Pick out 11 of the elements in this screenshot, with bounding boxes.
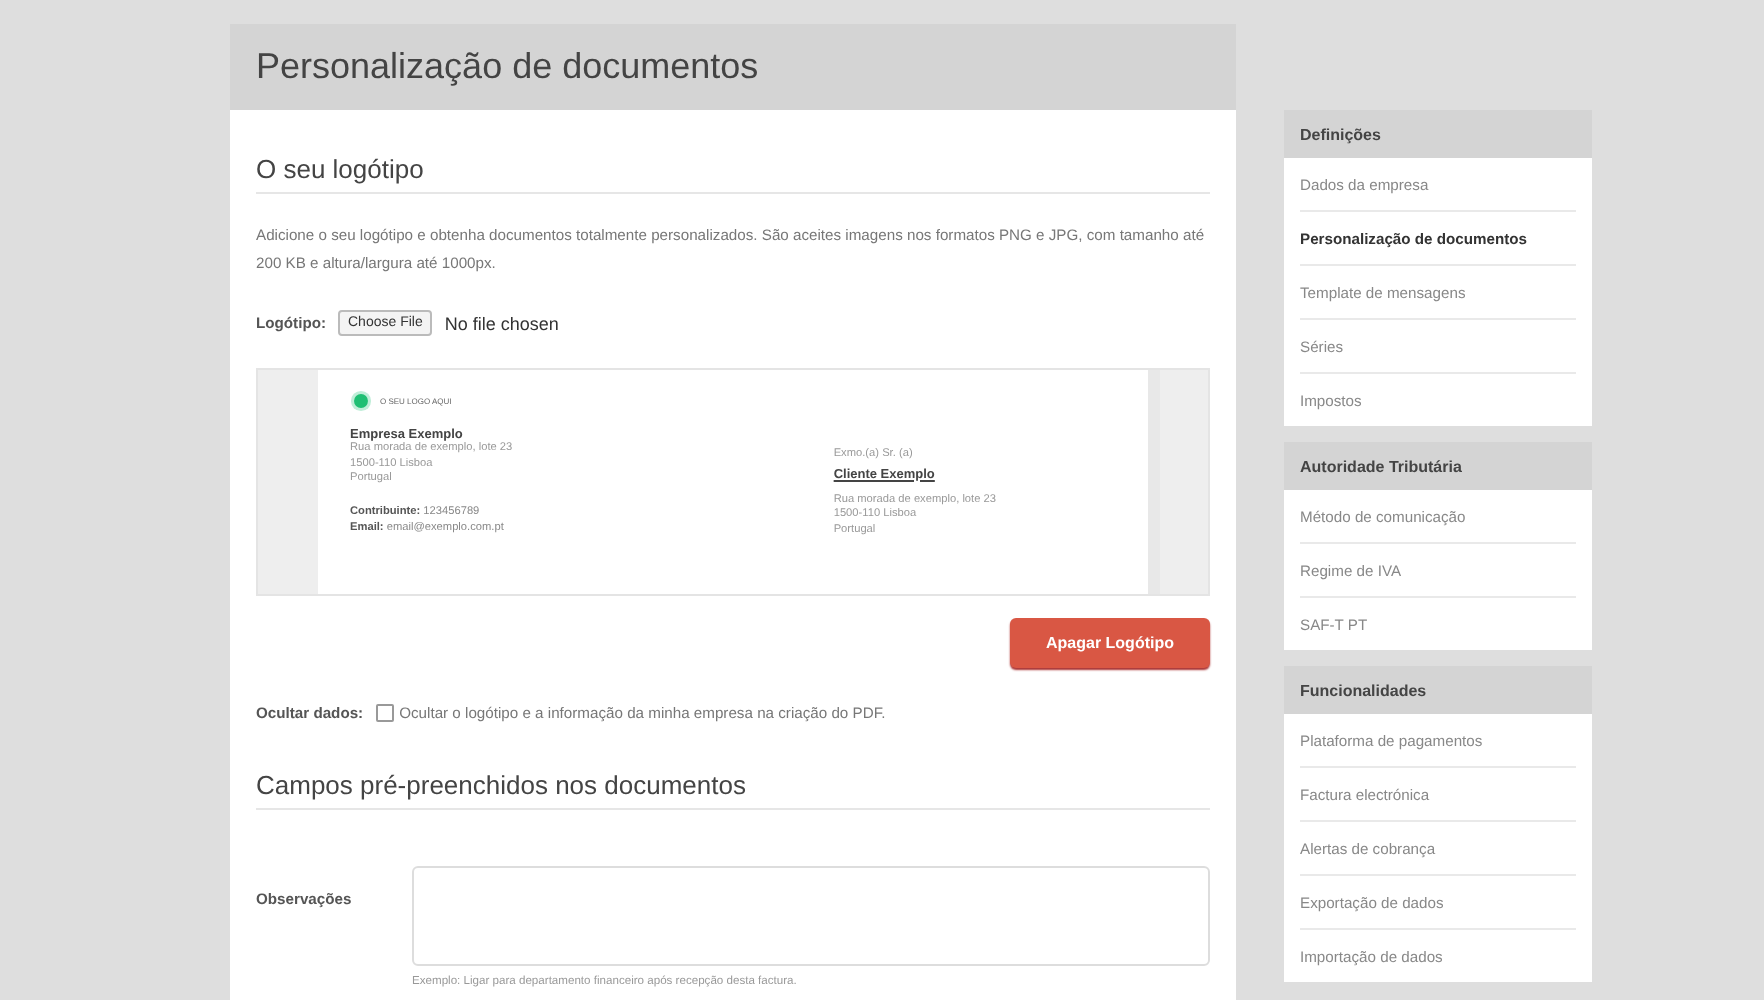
checkbox[interactable] [375, 704, 394, 722]
section-heading: O seu logótipo [256, 110, 1210, 194]
logo-icon [350, 390, 372, 412]
page-title: Personalização de documentos [256, 46, 759, 88]
file-status: No file chosen [444, 313, 559, 333]
sidebar-group-title: Autoridade Tributária [1284, 442, 1592, 490]
sidebar-group-title: Funcionalidades [1284, 666, 1592, 714]
delete-logo-button[interactable]: Apagar Logótipo [1010, 618, 1210, 668]
observations-field[interactable] [412, 866, 1210, 966]
sidebar-group-title: Definições [1284, 110, 1592, 158]
section-heading: Campos pré-preenchidos nos documentos [256, 722, 1210, 810]
